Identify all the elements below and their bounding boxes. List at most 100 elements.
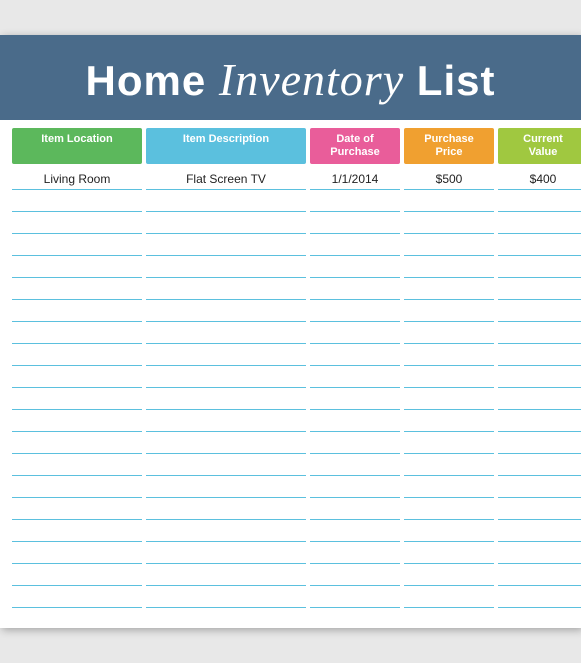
cell-date — [310, 454, 400, 476]
cell-description — [146, 388, 306, 410]
cell-description — [146, 256, 306, 278]
cell-current_value — [498, 432, 581, 454]
table-row — [12, 564, 569, 586]
cell-purchase_price — [404, 256, 494, 278]
table-row — [12, 300, 569, 322]
cell-description — [146, 410, 306, 432]
cell-purchase_price — [404, 564, 494, 586]
cell-current_value — [498, 322, 581, 344]
cell-date — [310, 322, 400, 344]
cell-date — [310, 256, 400, 278]
cell-purchase_price — [404, 432, 494, 454]
table-row — [12, 234, 569, 256]
table-row — [12, 542, 569, 564]
page-title: Home Inventory List — [20, 53, 561, 106]
cell-current_value — [498, 212, 581, 234]
header: Home Inventory List — [0, 35, 581, 120]
cell-purchase_price — [404, 454, 494, 476]
cell-date — [310, 542, 400, 564]
cell-location — [12, 190, 142, 212]
cell-current_value — [498, 234, 581, 256]
cell-date — [310, 234, 400, 256]
cell-current_value — [498, 190, 581, 212]
page-container: Home Inventory List Item Location Item D… — [0, 35, 581, 628]
cell-date — [310, 498, 400, 520]
cell-purchase_price — [404, 520, 494, 542]
cell-purchase_price — [404, 586, 494, 608]
col-header-date: Date ofPurchase — [310, 128, 400, 164]
cell-date — [310, 520, 400, 542]
cell-description — [146, 300, 306, 322]
cell-current_value — [498, 410, 581, 432]
cell-current_value — [498, 586, 581, 608]
cell-location — [12, 410, 142, 432]
table-row — [12, 388, 569, 410]
cell-location — [12, 498, 142, 520]
table-row — [12, 344, 569, 366]
cell-purchase_price — [404, 190, 494, 212]
table-row — [12, 190, 569, 212]
cell-date — [310, 432, 400, 454]
cell-description — [146, 520, 306, 542]
cell-purchase_price — [404, 300, 494, 322]
cell-purchase_price — [404, 278, 494, 300]
cell-description — [146, 322, 306, 344]
cell-date — [310, 476, 400, 498]
table-row — [12, 476, 569, 498]
cell-current_value — [498, 542, 581, 564]
table-row — [12, 278, 569, 300]
cell-purchase_price: $500 — [404, 168, 494, 190]
cell-description — [146, 498, 306, 520]
cell-current_value — [498, 344, 581, 366]
table-row — [12, 366, 569, 388]
cell-date — [310, 190, 400, 212]
table-row — [12, 520, 569, 542]
cell-location — [12, 454, 142, 476]
cell-current_value — [498, 520, 581, 542]
cell-current_value — [498, 564, 581, 586]
table-row — [12, 212, 569, 234]
cell-description — [146, 278, 306, 300]
cell-current_value — [498, 300, 581, 322]
cell-description — [146, 190, 306, 212]
cell-description — [146, 586, 306, 608]
data-rows: Living RoomFlat Screen TV1/1/2014$500$40… — [12, 168, 569, 608]
table-row — [12, 586, 569, 608]
table-row — [12, 454, 569, 476]
cell-date — [310, 344, 400, 366]
cell-current_value: $400 — [498, 168, 581, 190]
cell-purchase_price — [404, 410, 494, 432]
cell-location — [12, 278, 142, 300]
cell-description — [146, 212, 306, 234]
cell-description — [146, 366, 306, 388]
cell-date — [310, 564, 400, 586]
col-header-purchase-price: PurchasePrice — [404, 128, 494, 164]
cell-location — [12, 366, 142, 388]
cell-location — [12, 520, 142, 542]
col-header-location: Item Location — [12, 128, 142, 164]
cell-current_value — [498, 476, 581, 498]
cell-purchase_price — [404, 476, 494, 498]
cell-description — [146, 344, 306, 366]
cell-description — [146, 476, 306, 498]
cell-date — [310, 366, 400, 388]
title-cursive: Inventory — [219, 54, 404, 105]
cell-date — [310, 212, 400, 234]
cell-description: Flat Screen TV — [146, 168, 306, 190]
cell-description — [146, 454, 306, 476]
cell-current_value — [498, 454, 581, 476]
col-header-current-value: CurrentValue — [498, 128, 581, 164]
cell-date — [310, 300, 400, 322]
table-container: Item Location Item Description Date ofPu… — [0, 128, 581, 628]
cell-date — [310, 410, 400, 432]
cell-description — [146, 432, 306, 454]
cell-description — [146, 542, 306, 564]
cell-current_value — [498, 278, 581, 300]
table-row: Living RoomFlat Screen TV1/1/2014$500$40… — [12, 168, 569, 190]
table-row — [12, 410, 569, 432]
cell-location — [12, 322, 142, 344]
cell-location: Living Room — [12, 168, 142, 190]
cell-date — [310, 586, 400, 608]
cell-location — [12, 344, 142, 366]
cell-location — [12, 476, 142, 498]
